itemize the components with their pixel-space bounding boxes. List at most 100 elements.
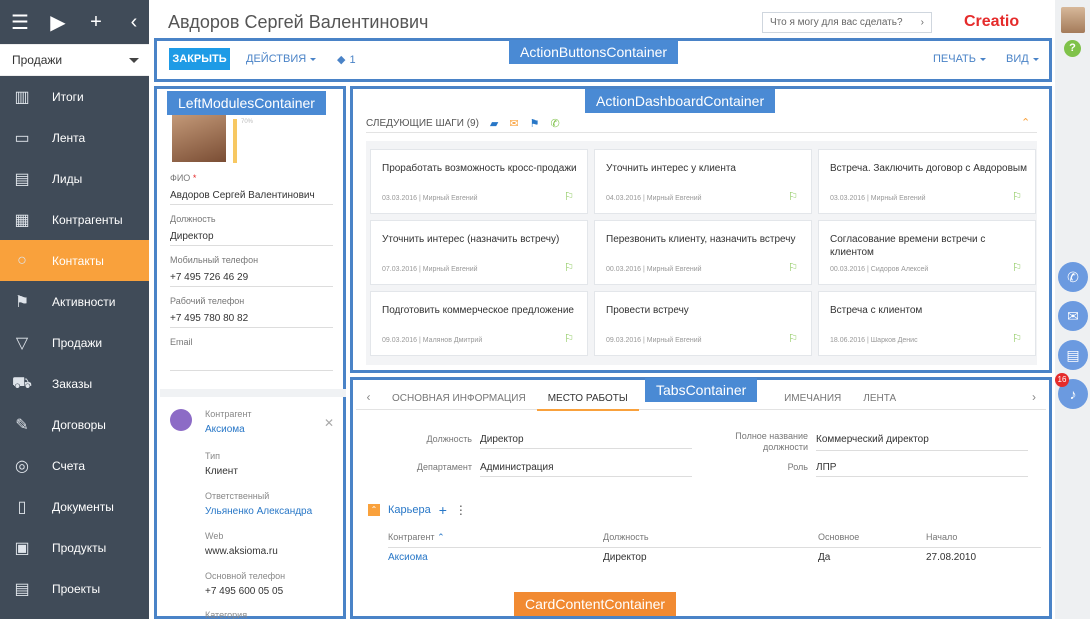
tab-notes[interactable]: ИМЕЧАНИЯ (773, 388, 852, 409)
position-value[interactable]: Директор (170, 231, 333, 246)
sidebar-item-label: Продажи (52, 335, 103, 350)
view-button[interactable]: ВИД (1006, 53, 1039, 65)
next-step-card[interactable]: Перезвонить клиенту, назначить встречу 00… (594, 220, 812, 285)
workplace-select[interactable]: Продажи (0, 44, 149, 76)
full-title-field[interactable]: Полное название должности Коммерческий дир… (726, 431, 1028, 453)
fio-field[interactable]: ФИО * Авдоров Сергей Валентинович (170, 173, 333, 205)
more-icon[interactable]: ⋮ (455, 503, 467, 517)
category-field: Категория (205, 610, 335, 619)
tab-main-info[interactable]: ОСНОВНАЯ ИНФОРМАЦИЯ (381, 388, 537, 409)
play-icon[interactable]: ▶ (48, 10, 68, 35)
next-step-card[interactable]: Встреча. Заключить договор с Авдоровым 03… (818, 149, 1036, 214)
position-field[interactable]: Должность Директор (170, 214, 333, 246)
flag-icon[interactable]: ⚐ (1012, 190, 1022, 203)
chat-icon[interactable]: ▤ (1058, 340, 1088, 370)
work-phone-value[interactable]: +7 495 780 80 82 (170, 313, 333, 328)
chat-icon[interactable]: ▰ (490, 117, 498, 130)
sidebar-item-feed[interactable]: ▭ Лента (0, 117, 149, 158)
flag-icon[interactable]: ⚐ (1012, 332, 1022, 345)
menu-icon[interactable]: ☰ (10, 10, 30, 35)
column-account[interactable]: Контрагент ⌃ (388, 532, 603, 543)
column-primary[interactable]: Основное (818, 532, 926, 543)
next-step-card[interactable]: Уточнить интерес у клиента 04.03.2016 | М… (594, 149, 812, 214)
column-position[interactable]: Должность (603, 532, 818, 543)
account-link[interactable]: Аксиома (205, 424, 335, 435)
chevron-right-icon[interactable]: › (921, 17, 924, 28)
sidebar-item-label: Контрагенты (52, 212, 123, 227)
job-position-field[interactable]: Должность Директор (390, 434, 692, 449)
next-step-card[interactable]: Проработать возможность кросс-продажи 03.… (370, 149, 588, 214)
back-icon[interactable]: ‹ (124, 11, 144, 34)
mobile-phone-field[interactable]: Мобильный телефон +7 495 726 46 29 (170, 255, 333, 287)
sidebar-item-contacts[interactable]: ○ Контакты (0, 240, 149, 281)
phone-icon[interactable]: ✆ (1058, 262, 1088, 292)
print-button[interactable]: ПЕЧАТЬ (933, 53, 986, 65)
email-value[interactable] (170, 354, 333, 371)
role-field[interactable]: Роль ЛПР (726, 462, 1028, 477)
next-steps-header: СЛЕДУЮЩИЕ ШАГИ (9) ▰ ✉ ⚑ ✆ (366, 117, 560, 130)
command-line-input[interactable]: Что я могу для вас сделать? › (762, 12, 932, 33)
next-step-card[interactable]: Встреча с клиентом 18.06.2016 | Шарков Де… (818, 291, 1036, 356)
job-position-value[interactable]: Директор (480, 434, 692, 449)
chevron-up-icon[interactable]: ⌃ (368, 504, 380, 516)
sidebar-item-dashboards[interactable]: ▥ Итоги (0, 76, 149, 117)
cart-icon: ⛟ (11, 374, 33, 392)
sidebar-item-leads[interactable]: ▤ Лиды (0, 158, 149, 199)
sidebar-item-opportunities[interactable]: ▽ Продажи (0, 322, 149, 363)
next-step-meta: 18.06.2016 | Шарков Денис (830, 337, 918, 344)
add-icon[interactable]: + (86, 11, 106, 34)
close-button[interactable]: ЗАКРЫТЬ (169, 48, 230, 70)
next-step-card[interactable]: Согласование времени встречи с клиентом 0… (818, 220, 1036, 285)
sidebar-item-documents[interactable]: ▯ Документы (0, 486, 149, 527)
career-account-link[interactable]: Аксиома (388, 552, 603, 563)
tags-button[interactable]: ◆ 1 (337, 53, 356, 67)
position-label: Должность (170, 214, 216, 224)
email-icon[interactable]: ✉ (1058, 301, 1088, 331)
sidebar-item-products[interactable]: ▣ Продукты (0, 527, 149, 568)
email-field[interactable]: Email (170, 337, 333, 371)
flag-icon[interactable]: ⚐ (788, 190, 798, 203)
owner-link[interactable]: Ульяненко Александра (205, 506, 335, 517)
chevron-left-icon[interactable]: ‹ (356, 390, 381, 404)
tab-job[interactable]: МЕСТО РАБОТЫ (536, 388, 639, 411)
phone-icon[interactable]: ✆ (550, 117, 559, 130)
flag-icon[interactable]: ⚐ (564, 332, 574, 345)
department-field[interactable]: Департамент Администрация (390, 462, 692, 477)
sidebar-item-label: Контакты (52, 253, 104, 268)
next-step-card[interactable]: Уточнить интерес (назначить встречу) 07.0… (370, 220, 588, 285)
career-title[interactable]: Карьера (388, 504, 431, 516)
sidebar-item-invoices[interactable]: ◎ Счета (0, 445, 149, 486)
mobile-phone-value[interactable]: +7 495 726 46 29 (170, 272, 333, 287)
actions-button[interactable]: ДЕЙСТВИЯ (246, 53, 317, 65)
chevron-up-icon[interactable]: ⌃ (1021, 116, 1030, 129)
department-value[interactable]: Администрация (480, 462, 692, 477)
next-step-card[interactable]: Подготовить коммерческое предложение 09.0… (370, 291, 588, 356)
flag-icon[interactable]: ⚐ (788, 332, 798, 345)
user-avatar[interactable] (1061, 7, 1085, 33)
next-step-meta: 00.03.2016 | Мирный Евгений (606, 266, 702, 273)
add-icon[interactable]: + (439, 502, 447, 518)
sidebar-item-contracts[interactable]: ✎ Договоры (0, 404, 149, 445)
flag-icon[interactable]: ⚑ (530, 117, 540, 130)
fio-value[interactable]: Авдоров Сергей Валентинович (170, 190, 333, 205)
help-icon[interactable]: ? (1064, 40, 1081, 57)
tab-feed[interactable]: ЛЕНТА (852, 388, 907, 409)
column-start[interactable]: Начало (926, 532, 1026, 543)
next-step-card[interactable]: Провести встречу 09.03.2016 | Мирный Евге… (594, 291, 812, 356)
sidebar-item-accounts[interactable]: ▦ Контрагенты (0, 199, 149, 240)
role-value[interactable]: ЛПР (816, 462, 1028, 477)
sidebar-item-orders[interactable]: ⛟ Заказы (0, 363, 149, 404)
sidebar-item-projects[interactable]: ▤ Проекты (0, 568, 149, 609)
contact-photo[interactable] (172, 114, 226, 162)
flag-icon[interactable]: ⚐ (1012, 261, 1022, 274)
flag-icon[interactable]: ⚐ (788, 261, 798, 274)
table-row[interactable]: Аксиома Директор Да 27.08.2010 (388, 548, 1041, 567)
sidebar-item-activities[interactable]: ⚑ Активности (0, 281, 149, 322)
chevron-right-icon[interactable]: › (1032, 390, 1036, 404)
tag-icon: ◆ (337, 54, 346, 66)
full-title-value[interactable]: Коммерческий директор (816, 434, 1028, 451)
work-phone-field[interactable]: Рабочий телефон +7 495 780 80 82 (170, 296, 333, 328)
email-icon[interactable]: ✉ (509, 117, 518, 130)
flag-icon[interactable]: ⚐ (564, 261, 574, 274)
flag-icon[interactable]: ⚐ (564, 190, 574, 203)
